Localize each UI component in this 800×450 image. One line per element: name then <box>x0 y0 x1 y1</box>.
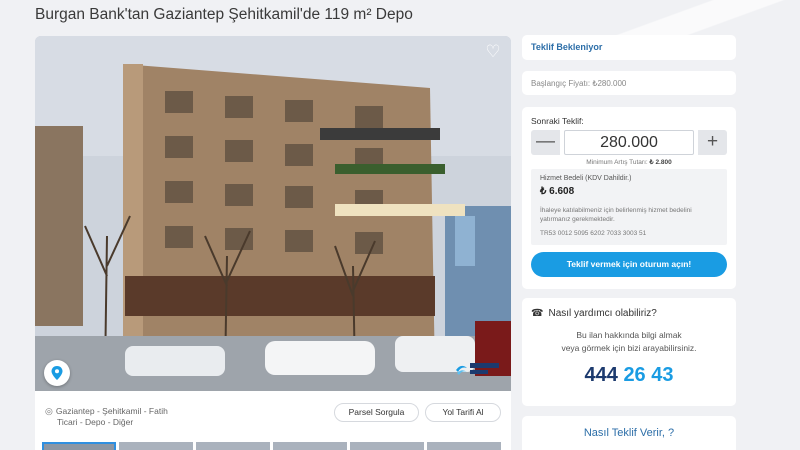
increase-bid-button[interactable]: + <box>698 130 727 155</box>
status-card: Teklif Bekleniyor <box>522 35 736 60</box>
starting-price-card: Başlangıç Fiyatı: ₺280.000 <box>522 71 736 95</box>
thumbnail-strip <box>42 442 501 450</box>
status-badge: Teklif Bekleniyor <box>531 42 603 52</box>
plus-icon: + <box>706 131 719 152</box>
phone-icon: ☎ <box>531 308 544 319</box>
service-fee-box: Hizmet Bedeli (KDV Dahildir.) ₺ 6.608 İh… <box>531 169 727 245</box>
location-text: Gaziantep - Şehitkamil - Fatih <box>55 406 168 416</box>
listing-photo-card: ♡ ◎ Gaziantep - Şehitkamil - Fatih Ticari… <box>35 36 511 450</box>
burgan-bank-logo <box>455 360 501 378</box>
thumbnail[interactable] <box>119 442 193 450</box>
help-description: Bu ilan hakkında bilgi almak veya görmek… <box>522 329 736 355</box>
directions-button[interactable]: Yol Tarifi Al <box>425 403 501 422</box>
building-illustration <box>35 36 511 391</box>
location-info: ◎ Gaziantep - Şehitkamil - Fatih Ticari -… <box>45 406 168 428</box>
bid-stepper: — + <box>531 130 727 155</box>
help-heading: ☎ Nasıl yardımcı olabiliriz? <box>531 308 657 319</box>
phone-prefix: 444 <box>584 364 618 386</box>
bid-card: Sonraki Teklif: — + Minimum Artış Tutarı… <box>522 107 736 289</box>
thumbnail[interactable] <box>42 442 116 450</box>
fee-amount: ₺ 6.608 <box>540 186 575 197</box>
map-pin-icon <box>51 366 63 380</box>
category-text: Ticari - Depo - Diğer <box>57 417 134 427</box>
page-title: Burgan Bank'tan Gaziantep Şehitkamil'de … <box>35 6 413 23</box>
how-to-bid-link[interactable]: Nasıl Teklif Verir, ? <box>522 427 736 439</box>
min-increment-label: Minimum Artış Tutarı: <box>586 159 650 166</box>
parcel-query-button[interactable]: Parsel Sorgula <box>334 403 419 422</box>
heart-icon[interactable]: ♡ <box>483 42 503 62</box>
min-increment: Minimum Artış Tutarı: ₺ 2.800 <box>522 158 736 166</box>
fee-note: İhaleye katılabilmeniz için belirlenmiş … <box>540 207 692 223</box>
how-to-bid-card[interactable]: Nasıl Teklif Verir, ? <box>522 416 736 450</box>
help-card: ☎ Nasıl yardımcı olabiliriz? Bu ilan hakk… <box>522 298 736 406</box>
decrease-bid-button[interactable]: — <box>531 130 560 155</box>
minus-icon: — <box>536 131 555 152</box>
thumbnail[interactable] <box>273 442 347 450</box>
login-to-bid-button[interactable]: Teklif vermek için oturum açın! <box>531 252 727 277</box>
help-description-line2: veya görmek için bizi arayabilirsiniz. <box>561 343 697 353</box>
starting-price: Başlangıç Fiyatı: ₺280.000 <box>531 79 627 88</box>
phone-suffix: 26 43 <box>623 364 674 386</box>
min-increment-value: ₺ 2.800 <box>649 159 672 166</box>
help-phone-number[interactable]: 444 26 43 <box>522 364 736 387</box>
location-pin-icon: ◎ <box>45 406 53 416</box>
next-bid-label: Sonraki Teklif: <box>531 116 584 126</box>
listing-photo[interactable]: ♡ <box>35 36 511 391</box>
help-description-line1: Bu ilan hakkında bilgi almak <box>576 330 682 340</box>
map-pin-button[interactable] <box>44 360 70 386</box>
thumbnail[interactable] <box>350 442 424 450</box>
help-heading-text: Nasıl yardımcı olabiliriz? <box>548 308 657 319</box>
iban-text: TR53 0012 5095 6202 7033 3003 51 <box>540 230 647 237</box>
thumbnail[interactable] <box>196 442 270 450</box>
thumbnail[interactable] <box>427 442 501 450</box>
fee-title: Hizmet Bedeli (KDV Dahildir.) <box>540 175 632 182</box>
bid-amount-input[interactable] <box>564 130 694 155</box>
